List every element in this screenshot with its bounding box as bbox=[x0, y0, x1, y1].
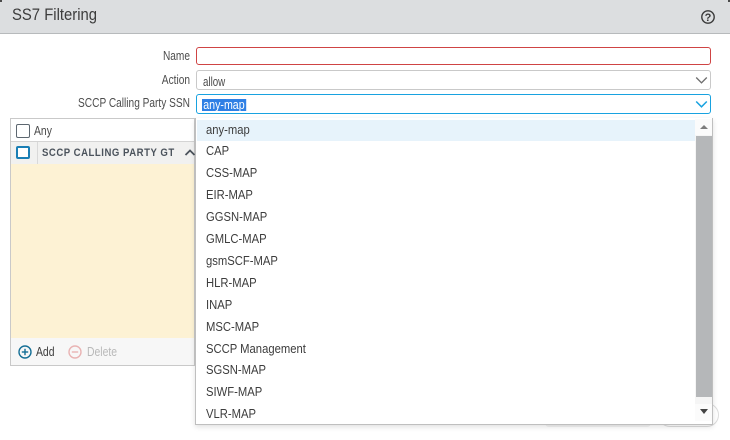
svg-text:?: ? bbox=[705, 12, 712, 24]
